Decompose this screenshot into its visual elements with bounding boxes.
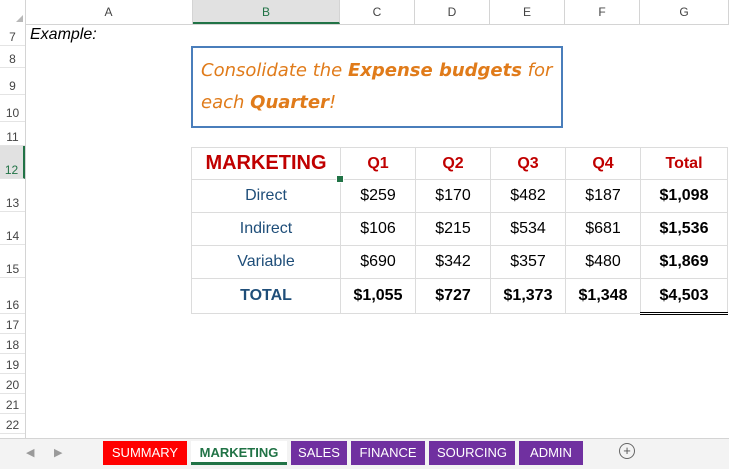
cell-indirect-q2[interactable]: $215: [415, 212, 491, 246]
table-header-row: MARKETING Q1 Q2 Q3 Q4 Total: [191, 147, 728, 183]
add-sheet-icon[interactable]: +: [619, 443, 635, 459]
table-total-row: TOTAL $1,055 $727 $1,373 $1,348 $4,503: [191, 278, 728, 315]
row-header-17[interactable]: 17: [0, 314, 25, 334]
cell-total-q2[interactable]: $727: [415, 278, 491, 314]
row-header-8[interactable]: 8: [0, 46, 25, 68]
row-header-11[interactable]: 11: [0, 122, 25, 146]
cell-grand-total[interactable]: $4,503: [640, 278, 728, 315]
header-q3[interactable]: Q3: [490, 147, 566, 180]
header-q2[interactable]: Q2: [415, 147, 491, 180]
cell-direct-q2[interactable]: $170: [415, 179, 491, 213]
marketing-budget-table: MARKETING Q1 Q2 Q3 Q4 Total Direct $259 …: [191, 147, 728, 315]
tab-marketing[interactable]: MARKETING: [191, 441, 287, 465]
column-header-b[interactable]: B: [193, 0, 340, 24]
table-row: Indirect $106 $215 $534 $681 $1,536: [191, 212, 728, 246]
fill-handle[interactable]: [336, 175, 344, 183]
cell-indirect-q3[interactable]: $534: [490, 212, 566, 246]
cell-direct-total[interactable]: $1,098: [640, 179, 728, 213]
column-header-d[interactable]: D: [415, 0, 490, 24]
cell-variable-total[interactable]: $1,869: [640, 245, 728, 279]
tab-finance[interactable]: FINANCE: [351, 441, 425, 465]
table-row: Direct $259 $170 $482 $187 $1,098: [191, 179, 728, 213]
row-header-21[interactable]: 21: [0, 394, 25, 414]
tab-admin[interactable]: ADMIN: [519, 441, 583, 465]
row-header-18[interactable]: 18: [0, 334, 25, 354]
column-header-e[interactable]: E: [490, 0, 565, 24]
row-label-direct[interactable]: Direct: [191, 179, 341, 213]
row-header-9[interactable]: 9: [0, 68, 25, 95]
header-q1[interactable]: Q1: [340, 147, 416, 180]
table-title: MARKETING: [205, 152, 327, 174]
note-bold-quarter: Quarter: [250, 92, 329, 113]
note-text-1: Consolidate the: [201, 60, 348, 81]
row-header-22[interactable]: 22: [0, 414, 25, 434]
column-header-c[interactable]: C: [340, 0, 415, 24]
select-all-corner[interactable]: [0, 0, 26, 24]
example-label: Example:: [30, 26, 97, 43]
table-row: Variable $690 $342 $357 $480 $1,869: [191, 245, 728, 279]
row-label-variable[interactable]: Variable: [191, 245, 341, 279]
instruction-note-box[interactable]: Consolidate the Expense budgets for each…: [191, 46, 563, 128]
cell-variable-q3[interactable]: $357: [490, 245, 566, 279]
column-header-f[interactable]: F: [565, 0, 640, 24]
row-header-13[interactable]: 13: [0, 179, 25, 212]
row-label-total[interactable]: TOTAL: [191, 278, 341, 314]
column-header-bar: A B C D E F G: [0, 0, 729, 25]
header-q4[interactable]: Q4: [565, 147, 641, 180]
column-header-a[interactable]: A: [25, 0, 193, 24]
tab-summary[interactable]: SUMMARY: [103, 441, 187, 465]
cell-variable-q4[interactable]: $480: [565, 245, 641, 279]
row-header-14[interactable]: 14: [0, 212, 25, 245]
select-all-triangle-icon: [16, 15, 23, 22]
cell-variable-q1[interactable]: $690: [340, 245, 416, 279]
cell-total-q3[interactable]: $1,373: [490, 278, 566, 314]
cell-direct-q3[interactable]: $482: [490, 179, 566, 213]
cell-direct-q1[interactable]: $259: [340, 179, 416, 213]
row-header-19[interactable]: 19: [0, 354, 25, 374]
scroll-tabs-left-icon[interactable]: ◀: [26, 446, 34, 459]
sheet-tab-bar: ◀ ▶ SUMMARY MARKETING SALES FINANCE SOUR…: [0, 438, 729, 469]
table-title-cell[interactable]: MARKETING: [191, 147, 344, 183]
cell-direct-q4[interactable]: $187: [565, 179, 641, 213]
header-total[interactable]: Total: [640, 147, 728, 180]
row-header-7[interactable]: 7: [0, 24, 25, 46]
note-text-3: !: [328, 92, 337, 113]
cell-total-q1[interactable]: $1,055: [340, 278, 416, 314]
cell-indirect-q4[interactable]: $681: [565, 212, 641, 246]
row-header-bar: 7 8 9 10 11 12 13 14 15 16 17 18 19 20 2…: [0, 24, 26, 438]
cell-variable-q2[interactable]: $342: [415, 245, 491, 279]
row-header-12[interactable]: 12: [0, 146, 25, 179]
scroll-tabs-right-icon[interactable]: ▶: [54, 446, 62, 459]
cell-total-q4[interactable]: $1,348: [565, 278, 641, 314]
cell-indirect-total[interactable]: $1,536: [640, 212, 728, 246]
row-header-15[interactable]: 15: [0, 245, 25, 278]
tab-sourcing[interactable]: SOURCING: [429, 441, 515, 465]
row-header-20[interactable]: 20: [0, 374, 25, 394]
tab-sales[interactable]: SALES: [291, 441, 347, 465]
row-header-16[interactable]: 16: [0, 278, 25, 314]
column-header-g[interactable]: G: [640, 0, 729, 24]
cell-indirect-q1[interactable]: $106: [340, 212, 416, 246]
note-bold-expense-budgets: Expense budgets: [347, 60, 522, 81]
row-header-10[interactable]: 10: [0, 95, 25, 122]
row-label-indirect[interactable]: Indirect: [191, 212, 341, 246]
